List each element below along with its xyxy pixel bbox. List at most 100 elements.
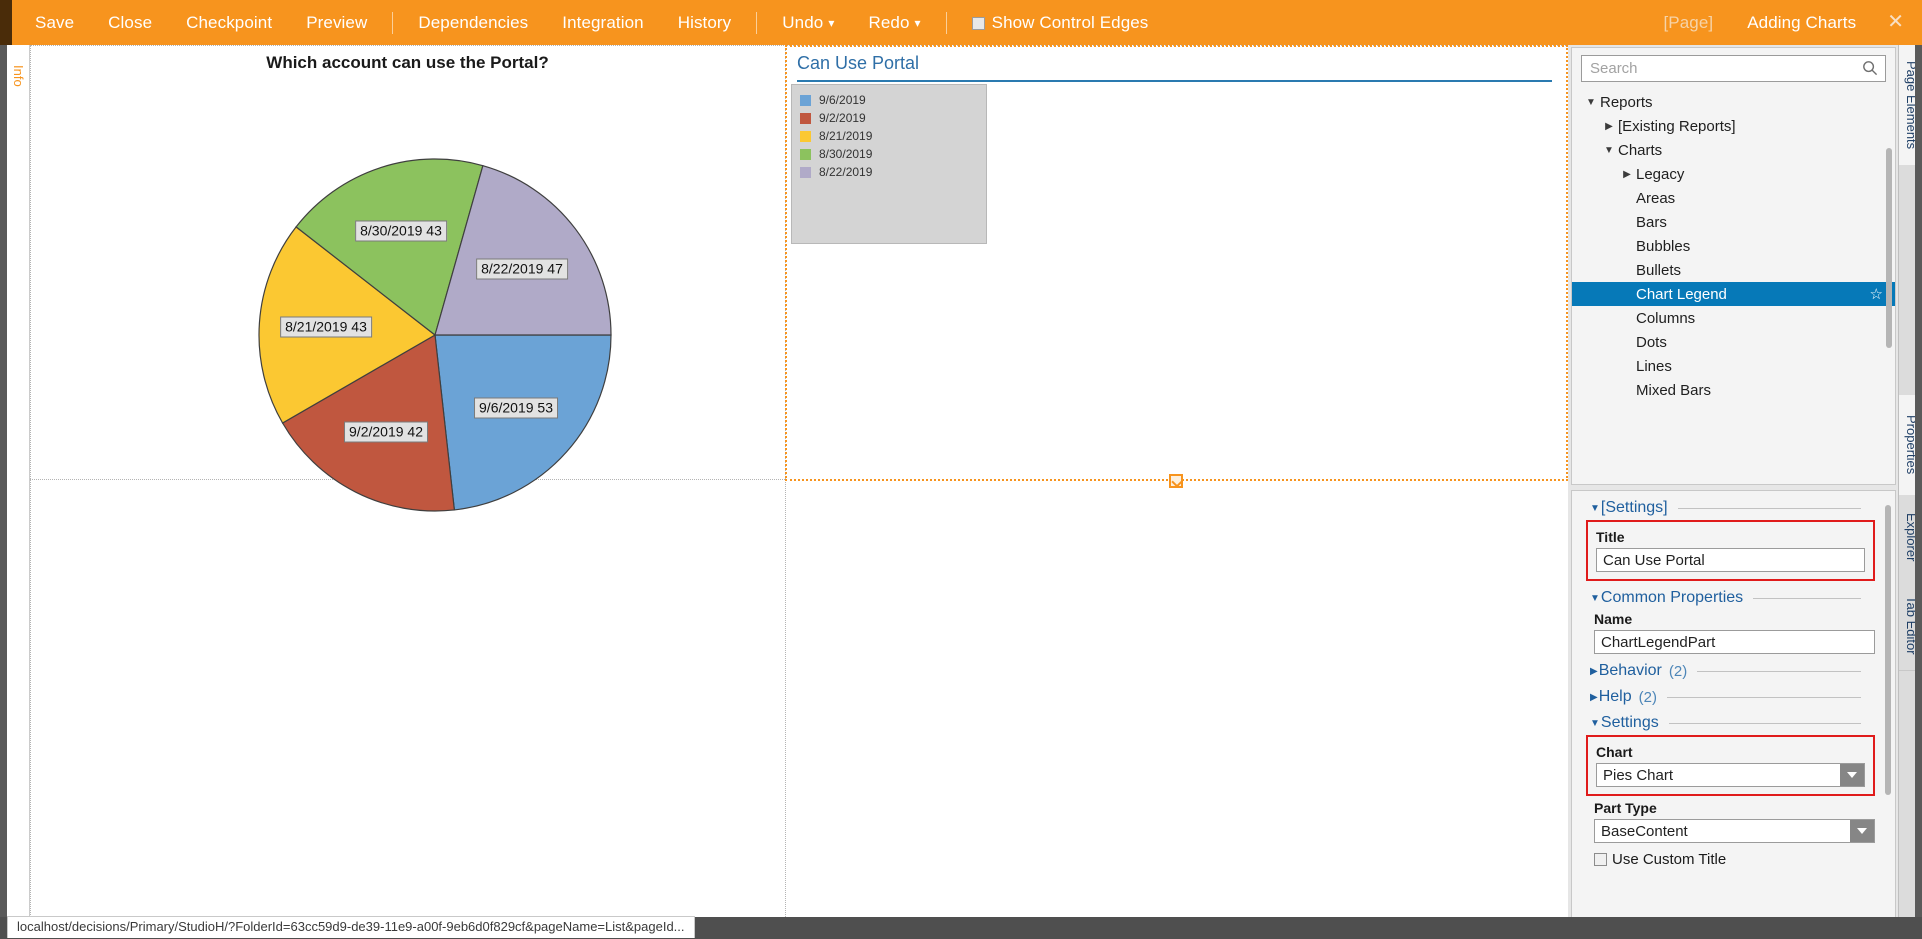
search-input[interactable] bbox=[1581, 55, 1886, 82]
section-common-properties-label: Common Properties bbox=[1600, 589, 1744, 606]
tree-item-legacy[interactable]: ▶ Legacy bbox=[1572, 162, 1895, 186]
chart-select-wrap[interactable] bbox=[1596, 763, 1865, 787]
chevron-right-icon[interactable]: ▶ bbox=[1600, 121, 1618, 132]
checkpoint-button[interactable]: Checkpoint bbox=[169, 0, 289, 45]
close-button[interactable]: Close bbox=[91, 0, 169, 45]
integration-button[interactable]: Integration bbox=[545, 0, 660, 45]
section-help[interactable]: ▶ Help (2) bbox=[1590, 688, 1875, 706]
pie-slice[interactable] bbox=[434, 334, 612, 511]
pie-slice-label: 8/21/2019 43 bbox=[280, 316, 372, 338]
tree-item-label: Reports bbox=[1600, 93, 1653, 111]
part-type-select-wrap[interactable] bbox=[1594, 819, 1875, 843]
pie-chart-title: Which account can use the Portal? bbox=[266, 53, 549, 72]
close-icon[interactable]: ✕ bbox=[1873, 0, 1922, 45]
legend-item-label: 9/2/2019 bbox=[819, 111, 866, 125]
tree-item-mixed-bars[interactable]: Mixed Bars bbox=[1572, 378, 1895, 402]
tree-item-chart-legend[interactable]: Chart Legend ☆ bbox=[1572, 282, 1895, 306]
chevron-right-icon[interactable]: ▶ bbox=[1618, 169, 1636, 180]
legend-item-label: 8/30/2019 bbox=[819, 147, 873, 161]
section-behavior[interactable]: ▶ Behavior (2) bbox=[1590, 662, 1875, 680]
status-bar: localhost/decisions/Primary/StudioH/?Fol… bbox=[0, 916, 1922, 939]
dependencies-button[interactable]: Dependencies bbox=[401, 0, 545, 45]
pie-chart-panel[interactable]: Which account can use the Portal? 9/6/20… bbox=[30, 45, 785, 512]
section-settings-bracket-label: [Settings] bbox=[1600, 499, 1668, 516]
use-custom-title-label: Use Custom Title bbox=[1612, 851, 1727, 868]
legend-box[interactable]: 9/6/2019 9/2/2019 8/21/2019 8/30/2019 8/22/2… bbox=[791, 84, 987, 244]
chevron-down-icon[interactable]: ▼ bbox=[1600, 145, 1618, 156]
legend-item[interactable]: 8/21/2019 bbox=[800, 127, 986, 145]
tree-item-label: Bubbles bbox=[1636, 237, 1691, 255]
section-help-count: (2) bbox=[1638, 688, 1657, 706]
tab-info[interactable]: Info bbox=[7, 48, 29, 104]
tree-item-label: Columns bbox=[1636, 309, 1696, 327]
legend-item[interactable]: 9/2/2019 bbox=[800, 109, 986, 127]
chevron-right-icon: ▶ bbox=[1590, 691, 1598, 703]
tree-item-bars[interactable]: Bars bbox=[1572, 210, 1895, 234]
selection-resize-handle[interactable] bbox=[1169, 474, 1183, 488]
top-toolbar: Save Close Checkpoint Preview Dependenci… bbox=[0, 0, 1922, 45]
legend-item[interactable]: 9/6/2019 bbox=[800, 91, 986, 109]
part-type-group: Part Type Use Custom Title bbox=[1590, 800, 1875, 868]
chevron-down-icon: ▾ bbox=[828, 15, 835, 30]
chevron-down-icon[interactable]: ▼ bbox=[1582, 97, 1600, 108]
tree-item-label: Areas bbox=[1636, 189, 1676, 207]
save-button[interactable]: Save bbox=[18, 0, 91, 45]
undo-menu[interactable]: Undo ▾ bbox=[765, 0, 851, 46]
use-custom-title-checkbox[interactable]: Use Custom Title bbox=[1594, 851, 1875, 868]
right-dark-edge bbox=[1915, 45, 1922, 939]
title-label: Title bbox=[1596, 529, 1625, 545]
properties-panel[interactable]: ▼ [Settings] Title ▼ Common Properties N… bbox=[1571, 490, 1896, 937]
legend-item[interactable]: 8/30/2019 bbox=[800, 145, 986, 163]
chevron-right-icon: ▶ bbox=[1590, 665, 1598, 677]
properties-scrollbar[interactable] bbox=[1885, 505, 1891, 795]
tree-item-columns[interactable]: Columns bbox=[1572, 306, 1895, 330]
tree-item-bullets[interactable]: Bullets bbox=[1572, 258, 1895, 282]
legend-item[interactable]: 8/22/2019 bbox=[800, 163, 986, 181]
page-elements-panel: ▼Reports▶[Existing Reports]▼Charts▶Legac… bbox=[1571, 47, 1896, 485]
part-type-select[interactable] bbox=[1594, 819, 1875, 843]
left-dark-edge bbox=[0, 45, 7, 939]
tree-item-label: Lines bbox=[1636, 357, 1672, 375]
chart-legend-panel[interactable]: Can Use Portal 9/6/2019 9/2/2019 8/21/2019… bbox=[787, 45, 1568, 479]
chevron-down-icon[interactable] bbox=[1840, 764, 1864, 786]
page-canvas[interactable]: Which account can use the Portal? 9/6/20… bbox=[30, 45, 1568, 917]
tree-item-bubbles[interactable]: Bubbles bbox=[1572, 234, 1895, 258]
page-breadcrumb[interactable]: [Page] bbox=[1646, 0, 1730, 45]
title-input[interactable] bbox=[1596, 548, 1865, 572]
legend-color-swatch bbox=[800, 166, 811, 178]
section-settings-bracket[interactable]: ▼ [Settings] bbox=[1590, 499, 1875, 517]
favorite-star-icon[interactable]: ☆ bbox=[1870, 285, 1883, 303]
chart-field-highlight: Chart bbox=[1586, 735, 1875, 796]
redo-menu[interactable]: Redo ▾ bbox=[851, 0, 937, 46]
tree-item-dots[interactable]: Dots bbox=[1572, 330, 1895, 354]
tree-item-charts[interactable]: ▼ Charts bbox=[1572, 138, 1895, 162]
tree-item-label: Bullets bbox=[1636, 261, 1682, 279]
page-elements-tree[interactable]: ▼ Reports ▶ [Existing Reports] ▼ Charts ▶ Legac… bbox=[1572, 90, 1895, 483]
tree-item-areas[interactable]: Areas bbox=[1572, 186, 1895, 210]
show-control-edges-toggle[interactable]: Show Control Edges bbox=[955, 0, 1166, 45]
name-input[interactable] bbox=[1594, 630, 1875, 654]
chevron-down-icon: ▼ bbox=[1590, 502, 1600, 514]
checkbox-icon[interactable] bbox=[971, 17, 985, 30]
legend-item-label: 8/21/2019 bbox=[819, 129, 873, 143]
tree-item-reports[interactable]: ▼ Reports bbox=[1572, 90, 1895, 114]
chevron-down-icon: ▼ bbox=[1590, 717, 1600, 729]
search-container[interactable] bbox=[1581, 55, 1886, 82]
document-title: Adding Charts bbox=[1747, 13, 1857, 32]
tree-item-existing-reports[interactable]: ▶ [Existing Reports] bbox=[1572, 114, 1895, 138]
checkbox-icon[interactable] bbox=[1594, 853, 1607, 866]
preview-button[interactable]: Preview bbox=[289, 0, 384, 45]
section-rule bbox=[1753, 597, 1861, 599]
pie-slice-label: 8/22/2019 47 bbox=[476, 258, 568, 280]
section-common-properties[interactable]: ▼ Common Properties bbox=[1590, 589, 1875, 607]
section-behavior-label: Behavior bbox=[1598, 662, 1662, 679]
section-settings[interactable]: ▼ Settings bbox=[1590, 714, 1875, 732]
chevron-down-icon[interactable] bbox=[1850, 820, 1874, 842]
tree-scrollbar[interactable] bbox=[1886, 148, 1892, 348]
history-button[interactable]: History bbox=[661, 0, 749, 45]
redo-label: Redo bbox=[868, 12, 910, 32]
tree-item-lines[interactable]: Lines bbox=[1572, 354, 1895, 378]
chart-select[interactable] bbox=[1596, 763, 1865, 787]
section-rule bbox=[1677, 507, 1861, 509]
tree-item-label: Dots bbox=[1636, 333, 1667, 351]
